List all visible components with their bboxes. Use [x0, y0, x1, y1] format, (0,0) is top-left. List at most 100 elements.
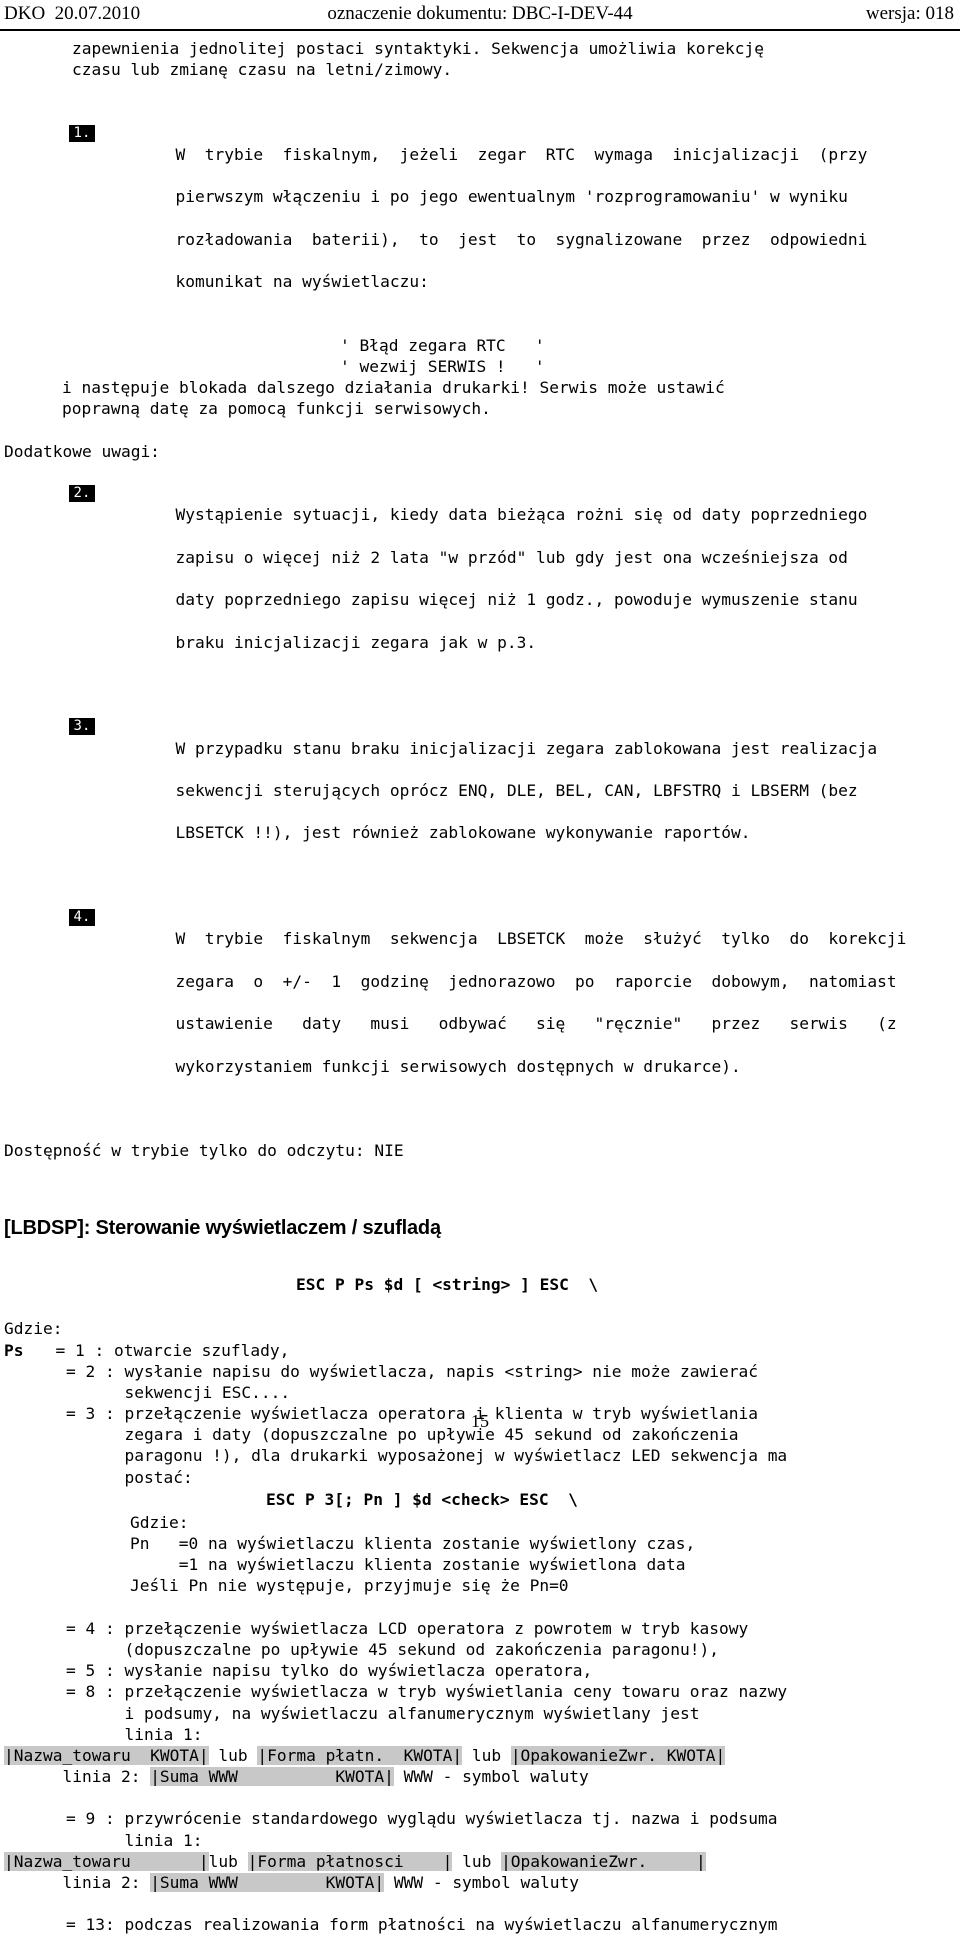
ps-option-4-entry: = 4 : przełączenie wyświetlacza LCD oper…	[66, 1618, 749, 1638]
item1-line-3: komunikat na wyświetlaczu:	[175, 272, 429, 292]
display-field-forma-platnosci: |Forma płatnosci |	[247, 1851, 453, 1871]
rtc-display-line-2: ' wezwij SERWIS ! '	[340, 356, 545, 376]
currency-symbol-note-9: WWW - symbol waluty	[384, 1873, 580, 1893]
ps-option-6: postać:	[66, 1467, 193, 1487]
list-marker-2: 2.	[68, 485, 95, 503]
display-field-forma-platn-kwota: |Forma płatn. KWOTA|	[257, 1745, 463, 1765]
item1-after-line-1: poprawną datę za pomocą funkcji serwisow…	[62, 399, 491, 419]
availability-note: Dostępność w trybie tylko do odczytu: NI…	[4, 1141, 404, 1161]
rtc-display-line-1: ' Błąd zegara RTC '	[340, 335, 545, 355]
ps-option-13-entry: = 13: podczas realizowania form płatnośc…	[66, 1915, 778, 1935]
ps-option-9-entry: = 9 : przywrócenie standardowego wyglądu…	[66, 1809, 778, 1829]
item1-line-2: rozładowania baterii), to jest to sygnal…	[175, 229, 868, 249]
list-item-4-text: W trybie fiskalnym sekwencja LBSETCK moż…	[117, 907, 906, 1098]
display-field-nazwa-towaru: |Nazwa_towaru |	[4, 1851, 209, 1871]
intro-line-2: czasu lub zmianę czasu na letni/zimowy.	[72, 60, 453, 80]
ps-option-8-linia1: linia 1:	[66, 1724, 203, 1744]
or-separator-2: lub	[462, 1745, 511, 1765]
currency-symbol-note-8: WWW - symbol waluty	[393, 1767, 589, 1787]
ps-option-9-linia1: linia 1:	[66, 1830, 203, 1850]
ps-parameter-row: Ps = 1 : otwarcie szuflady,	[0, 1340, 960, 1361]
linia-2-label-8: linia 2:	[4, 1767, 151, 1787]
header-version: wersja: 018	[865, 3, 954, 24]
display-field-nazwa-towaru-kwota: |Nazwa_towaru KWOTA|	[4, 1745, 209, 1765]
display-fields-8-line1: |Nazwa_towaru KWOTA| lub |Forma płatn. K…	[0, 1745, 960, 1766]
list-item-1-text: W trybie fiskalnym, jeżeli zegar RTC wym…	[117, 123, 867, 314]
list-marker-slot: 4.	[39, 907, 117, 928]
command-sequence-primary: ESC P Ps $d [ <string> ] ESC \	[296, 1275, 599, 1295]
ps-option-8-entry: = 8 : przełączenie wyświetlacza w tryb w…	[66, 1682, 788, 1702]
pn-line-1: =1 na wyświetlaczu klienta zostanie wyśw…	[130, 1555, 686, 1575]
item4-line-0: W trybie fiskalnym sekwencja LBSETCK moż…	[175, 929, 907, 949]
ps-option-1: = 2 : wysłanie napisu do wyświetlacza, n…	[66, 1361, 758, 1381]
intro-line-1: zapewnienia jednolitej postaci syntaktyk…	[72, 39, 764, 58]
item1-after-line-0: i następuje blokada dalszego działania d…	[62, 378, 725, 398]
page-number: 15	[471, 1411, 489, 1431]
list-item-1: 1. W trybie fiskalnym, jeżeli zegar RTC …	[0, 102, 960, 335]
list-item-3-text: W przypadku stanu braku inicjalizacji ze…	[117, 716, 877, 864]
item1-line-0: W trybie fiskalnym, jeżeli zegar RTC wym…	[175, 144, 868, 164]
item2-line-3: braku inicjalizacji zegara jak w p.3.	[175, 632, 537, 652]
list-marker-1: 1.	[68, 124, 95, 142]
ps-option-8-cont: i podsumy, na wyświetlaczu alfanumeryczn…	[66, 1703, 700, 1723]
page-header: DKO 20.07.2010 oznaczenie dokumentu: DBC…	[0, 0, 960, 31]
linia-2-label-9: linia 2:	[4, 1873, 151, 1893]
list-item-2-text: Wystąpienie sytuacji, kiedy data bieżąca…	[117, 483, 867, 674]
ps-option-4-cont: (dopuszczalne po upływie 45 sekund od za…	[66, 1639, 719, 1659]
pn-line-0: Pn =0 na wyświetlaczu klienta zostanie w…	[130, 1534, 696, 1554]
section-heading-lbdsp: [LBDSP]: Sterowanie wyświetlaczem / szuf…	[4, 1216, 441, 1239]
display-field-opakowaniezwr-kwota: |OpakowanieZwr. KWOTA|	[510, 1745, 726, 1765]
ps-option-5-entry: = 5 : wysłanie napisu tylko do wyświetla…	[66, 1661, 593, 1681]
item4-line-3: wykorzystaniem funkcji serwisowych dostę…	[175, 1056, 741, 1076]
header-document-designation: oznaczenie dokumentu: DBC-I-DEV-44	[327, 3, 633, 24]
list-marker-4: 4.	[68, 909, 95, 927]
display-field-suma-www-kwota-9: |Suma WWW KWOTA|	[150, 1873, 385, 1893]
document-body: zapewnienia jednolitej postaci syntaktyk…	[0, 38, 960, 1936]
or-separator-3: lub	[208, 1851, 248, 1871]
item2-line-2: daty poprzedniego zapisu więcej niż 1 go…	[175, 590, 858, 610]
item3-line-1: sekwencji sterujących oprócz ENQ, DLE, B…	[175, 780, 858, 800]
command-sequence-secondary: ESC P 3[; Pn ] $d <check> ESC \	[266, 1489, 578, 1509]
display-field-opakowaniezwr: |OpakowanieZwr. |	[501, 1851, 706, 1871]
item3-line-2: LBSETCK !!), jest również zablokowane wy…	[175, 823, 751, 843]
gdzie-label-2: Gdzie:	[130, 1512, 189, 1532]
list-marker-slot: 2.	[39, 483, 117, 504]
item4-line-2: ustawienie daty musi odbywać się "ręczni…	[175, 1014, 897, 1034]
list-marker-3: 3.	[68, 718, 95, 736]
item3-line-0: W przypadku stanu braku inicjalizacji ze…	[175, 738, 878, 758]
list-item-4: 4. W trybie fiskalnym sekwencja LBSETCK …	[0, 886, 960, 1119]
ps-label: Ps	[4, 1340, 24, 1360]
item1-line-1: pierwszym włączeniu i po jego ewentualny…	[175, 187, 848, 207]
list-item-2: 2. Wystąpienie sytuacji, kiedy data bież…	[0, 462, 960, 695]
item2-line-0: Wystąpienie sytuacji, kiedy data bieżąca…	[175, 505, 868, 525]
or-separator-1: lub	[208, 1745, 258, 1765]
display-field-suma-www-kwota: |Suma WWW KWOTA|	[150, 1767, 394, 1787]
ps-option-0: = 1 : otwarcie szuflady,	[55, 1340, 290, 1360]
pn-line-2: Jeśli Pn nie występuje, przyjmuje się że…	[130, 1576, 569, 1596]
display-fields-8-line2: linia 2: |Suma WWW KWOTA| WWW - symbol w…	[0, 1766, 960, 1787]
item2-line-1: zapisu o więcej niż 2 lata "w przód" lub…	[175, 547, 848, 567]
display-fields-9-line1: |Nazwa_towaru |lub |Forma płatnosci | lu…	[0, 1851, 960, 1872]
display-fields-9-line2: linia 2: |Suma WWW KWOTA| WWW - symbol w…	[0, 1872, 960, 1893]
or-separator-4: lub	[452, 1851, 502, 1871]
item4-line-1: zegara o +/- 1 godzinę jednorazowo po ra…	[175, 971, 897, 991]
ps-option-5: paragonu !), dla drukarki wyposażonej w …	[66, 1446, 788, 1466]
list-marker-slot: 3.	[39, 716, 117, 737]
gdzie-label: Gdzie:	[4, 1319, 63, 1339]
list-item-3: 3. W przypadku stanu braku inicjalizacji…	[0, 695, 960, 886]
ps-option-2: sekwencji ESC....	[66, 1382, 291, 1402]
additional-notes-label: Dodatkowe uwagi:	[4, 441, 160, 461]
list-marker-slot: 1.	[39, 123, 117, 144]
